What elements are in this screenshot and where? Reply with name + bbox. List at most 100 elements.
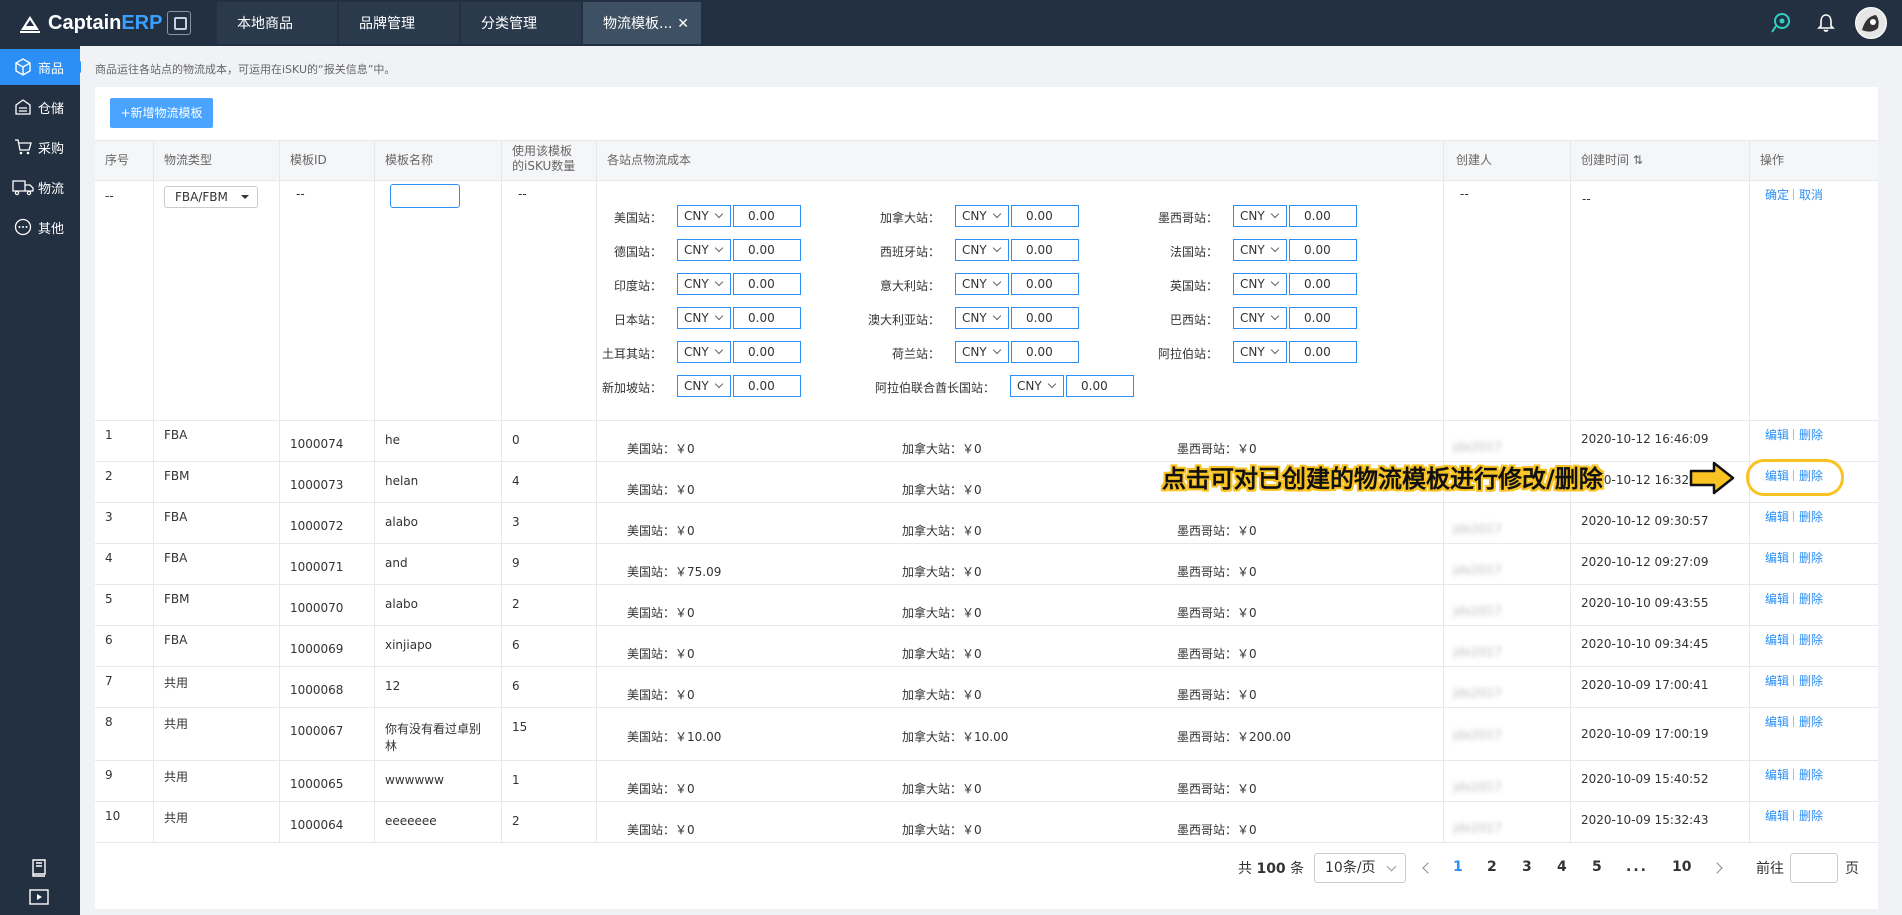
header-isku-count: 使用该模板 的iSKU数量 (512, 144, 575, 174)
sort-icon[interactable]: ⇅ (1633, 153, 1643, 167)
tab-category-management[interactable]: 分类管理 (461, 2, 581, 44)
cost-amount-input[interactable]: 0.00 (733, 375, 801, 397)
cost-amount-input[interactable]: 0.00 (1289, 239, 1357, 261)
currency-select[interactable]: CNY (955, 239, 1009, 261)
header-created-time[interactable]: 创建时间 ⇅ (1581, 151, 1643, 168)
support-icon[interactable] (1770, 12, 1792, 34)
video-icon[interactable] (29, 888, 49, 906)
delete-link[interactable]: 删除 (1799, 766, 1823, 783)
currency-select[interactable]: CNY (677, 239, 731, 261)
page-ellipsis[interactable]: ... (1626, 859, 1648, 875)
brand-logo[interactable]: Captain ERP (18, 10, 162, 36)
column-divider (374, 140, 375, 843)
cost-amount-input[interactable]: 0.00 (733, 205, 801, 227)
page-last[interactable]: 10 (1672, 859, 1691, 875)
sidebar-item-warehouse[interactable]: 仓储 (0, 89, 80, 125)
edit-link[interactable]: 编辑 (1765, 508, 1789, 525)
cost-amount-input[interactable]: 0.00 (1011, 205, 1079, 227)
row-template-name: alabo (385, 515, 418, 529)
cost-amount-input[interactable]: 0.00 (733, 239, 801, 261)
delete-link[interactable]: 删除 (1799, 672, 1823, 689)
currency-select[interactable]: CNY (955, 307, 1009, 329)
more-icon (12, 218, 34, 236)
delete-link[interactable]: 删除 (1799, 631, 1823, 648)
cost-amount-input[interactable]: 0.00 (733, 307, 801, 329)
site-label: 印度站： (613, 279, 662, 293)
template-name-input[interactable] (390, 184, 460, 208)
tab-label: 本地商品 (237, 16, 293, 32)
tab-brand-management[interactable]: 品牌管理 (339, 2, 459, 44)
tab-close-icon[interactable]: ✕ (677, 2, 689, 46)
cost-amount-input[interactable]: 0.00 (1011, 341, 1079, 363)
currency-select[interactable]: CNY (955, 341, 1009, 363)
currency-select[interactable]: CNY (677, 273, 731, 295)
sidebar-item-other[interactable]: 其他 (0, 209, 80, 245)
window-toggle-icon[interactable] (167, 11, 191, 35)
delete-link[interactable]: 删除 (1799, 807, 1823, 824)
book-icon[interactable] (29, 858, 49, 878)
currency-select[interactable]: CNY (677, 375, 731, 397)
edit-link[interactable]: 编辑 (1765, 590, 1789, 607)
tab-local-products[interactable]: 本地商品 (217, 2, 337, 44)
site-cost-input-group: CNY 0.00 (955, 205, 1079, 227)
delete-link[interactable]: 删除 (1799, 426, 1823, 443)
cost-amount-input[interactable]: 0.00 (1289, 307, 1357, 329)
edit-link[interactable]: 编辑 (1765, 713, 1789, 730)
delete-link[interactable]: 删除 (1799, 549, 1823, 566)
currency-select[interactable]: CNY (955, 205, 1009, 227)
site-label: 美国站： (613, 211, 662, 225)
currency-select[interactable]: CNY (1233, 239, 1287, 261)
currency-select[interactable]: CNY (677, 205, 731, 227)
currency-select[interactable]: CNY (1233, 341, 1287, 363)
site-cost-input-group: CNY 0.00 (955, 273, 1079, 295)
bell-icon[interactable] (1816, 13, 1836, 33)
currency-select[interactable]: CNY (1010, 375, 1064, 397)
cost-amount-input[interactable]: 0.00 (1011, 273, 1079, 295)
page-5[interactable]: 5 (1592, 859, 1602, 875)
cancel-link[interactable]: 取消 (1799, 186, 1823, 203)
edit-row-id: -- (296, 187, 305, 201)
currency-select[interactable]: CNY (955, 273, 1009, 295)
cost-amount-input[interactable]: 0.00 (1066, 375, 1134, 397)
page-1[interactable]: 1 (1453, 859, 1463, 875)
logistics-type-select[interactable]: FBA/FBM (164, 186, 258, 208)
cost-amount-input[interactable]: 0.00 (1011, 239, 1079, 261)
confirm-link[interactable]: 确定 (1765, 186, 1789, 203)
edit-link[interactable]: 编辑 (1765, 426, 1789, 443)
row-index: 8 (105, 715, 113, 729)
delete-link[interactable]: 删除 (1799, 713, 1823, 730)
currency-select[interactable]: CNY (1233, 307, 1287, 329)
delete-link[interactable]: 删除 (1799, 508, 1823, 525)
sidebar-item-logistics[interactable]: 物流 (0, 169, 80, 205)
link-separator (1793, 429, 1794, 440)
cost-amount-input[interactable]: 0.00 (1289, 341, 1357, 363)
page-3[interactable]: 3 (1522, 859, 1532, 875)
cost-amount-input[interactable]: 0.00 (1011, 307, 1079, 329)
currency-select[interactable]: CNY (677, 341, 731, 363)
row-template-name: helan (385, 474, 419, 488)
edit-link[interactable]: 编辑 (1765, 549, 1789, 566)
cost-amount-input[interactable]: 0.00 (1289, 273, 1357, 295)
tab-logistics-template[interactable]: 物流模板... ✕ (583, 2, 701, 44)
row-created-time: 2020-10-09 17:00:19 (1581, 727, 1709, 741)
page-size-select[interactable]: 10条/页 (1314, 853, 1406, 883)
sidebar-item-purchase[interactable]: 采购 (0, 129, 80, 165)
delete-link[interactable]: 删除 (1799, 590, 1823, 607)
currency-select[interactable]: CNY (1233, 273, 1287, 295)
jump-page-input[interactable] (1790, 853, 1838, 883)
edit-link[interactable]: 编辑 (1765, 766, 1789, 783)
cost-amount-input[interactable]: 0.00 (1289, 205, 1357, 227)
page-2[interactable]: 2 (1487, 859, 1497, 875)
cost-amount-input[interactable]: 0.00 (733, 273, 801, 295)
currency-select[interactable]: CNY (677, 307, 731, 329)
edit-link[interactable]: 编辑 (1765, 631, 1789, 648)
currency-select[interactable]: CNY (1233, 205, 1287, 227)
add-logistics-template-button[interactable]: +新增物流模板 (110, 98, 213, 128)
cost-amount-input[interactable]: 0.00 (733, 341, 801, 363)
edit-link[interactable]: 编辑 (1765, 672, 1789, 689)
link-separator (1793, 769, 1794, 780)
edit-link[interactable]: 编辑 (1765, 807, 1789, 824)
sidebar-item-products[interactable]: 商品 (0, 49, 81, 85)
page-4[interactable]: 4 (1557, 859, 1567, 875)
user-avatar[interactable] (1855, 7, 1887, 39)
